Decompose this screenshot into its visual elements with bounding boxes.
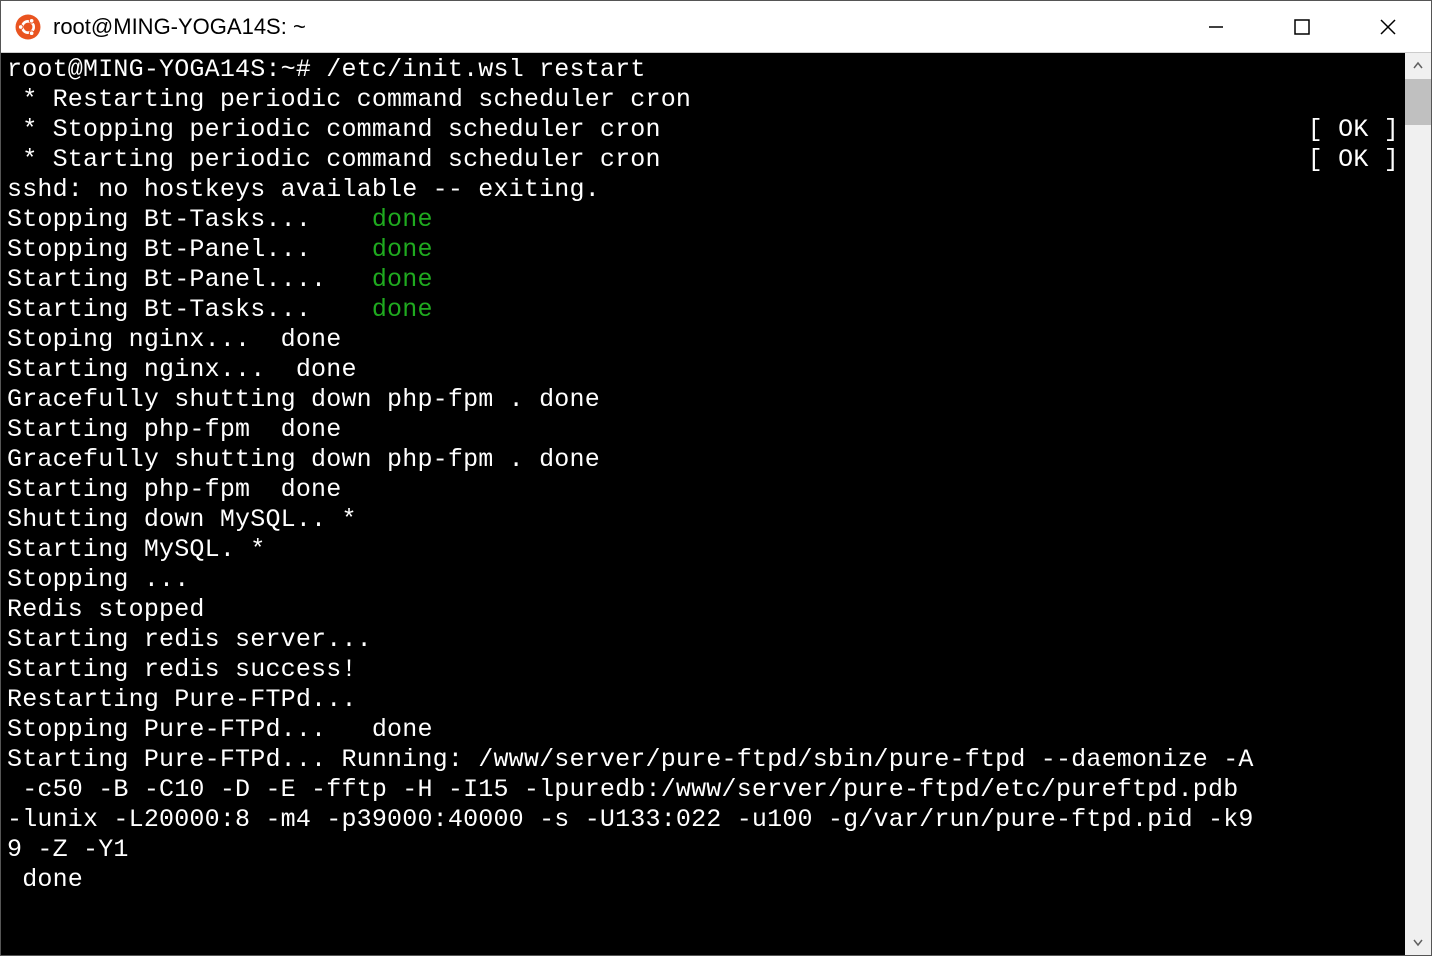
status-ok: [ OK ]: [1308, 145, 1405, 175]
scroll-up-arrow[interactable]: [1405, 53, 1431, 79]
maximize-button[interactable]: [1259, 1, 1345, 52]
output-line: Starting MySQL. *: [7, 535, 265, 564]
scroll-down-arrow[interactable]: [1405, 929, 1431, 955]
output-line: Starting nginx... done: [7, 355, 357, 384]
content-area: root@MING-YOGA14S:~# /etc/init.wsl resta…: [1, 53, 1431, 955]
window-title: root@MING-YOGA14S: ~: [53, 14, 1173, 40]
status-done: done: [372, 235, 433, 264]
output-line: Starting php-fpm done: [7, 475, 341, 504]
output-line: Shutting down MySQL.. *: [7, 505, 357, 534]
output-line: -c50 -B -C10 -D -E -fftp -H -I15 -lpured…: [7, 775, 1254, 804]
output-line: Stopping Bt-Panel...: [7, 235, 372, 264]
output-line: Starting redis success!: [7, 655, 357, 684]
output-line: Starting Pure-FTPd... Running: /www/serv…: [7, 745, 1254, 774]
output-line: Restarting Pure-FTPd...: [7, 685, 357, 714]
output-line: * Restarting periodic command scheduler …: [7, 85, 691, 114]
status-done: done: [372, 295, 433, 324]
output-line: * Starting periodic command scheduler cr…: [7, 145, 1308, 175]
close-button[interactable]: [1345, 1, 1431, 52]
ubuntu-icon: [15, 14, 41, 40]
output-line: sshd: no hostkeys available -- exiting.: [7, 175, 600, 204]
window-controls: [1173, 1, 1431, 52]
output-line: Redis stopped: [7, 595, 205, 624]
output-line: Starting Bt-Panel....: [7, 265, 372, 294]
output-line: * Stopping periodic command scheduler cr…: [7, 115, 1308, 145]
output-line: Starting redis server...: [7, 625, 372, 654]
output-line: done: [7, 865, 83, 894]
prompt: root@MING-YOGA14S:~#: [7, 55, 326, 84]
output-line: 9 -Z -Y1: [7, 835, 129, 864]
vertical-scrollbar[interactable]: [1405, 53, 1431, 955]
status-ok: [ OK ]: [1308, 115, 1405, 145]
output-line: Stopping Pure-FTPd... done: [7, 715, 433, 744]
output-line: Stoping nginx... done: [7, 325, 341, 354]
output-line: Stopping Bt-Tasks...: [7, 205, 372, 234]
output-line: Gracefully shutting down php-fpm . done: [7, 445, 600, 474]
scroll-track[interactable]: [1405, 79, 1431, 929]
output-line: Gracefully shutting down php-fpm . done: [7, 385, 600, 414]
status-done: done: [372, 265, 433, 294]
window-titlebar: root@MING-YOGA14S: ~: [1, 1, 1431, 53]
output-line: Starting php-fpm done: [7, 415, 341, 444]
output-line: Stopping ...: [7, 565, 189, 594]
command: /etc/init.wsl restart: [326, 55, 645, 84]
status-done: done: [372, 205, 433, 234]
scroll-thumb[interactable]: [1405, 79, 1431, 125]
minimize-button[interactable]: [1173, 1, 1259, 52]
terminal-output[interactable]: root@MING-YOGA14S:~# /etc/init.wsl resta…: [1, 53, 1405, 955]
output-line: Starting Bt-Tasks...: [7, 295, 372, 324]
output-line: -lunix -L20000:8 -m4 -p39000:40000 -s -U…: [7, 805, 1254, 834]
